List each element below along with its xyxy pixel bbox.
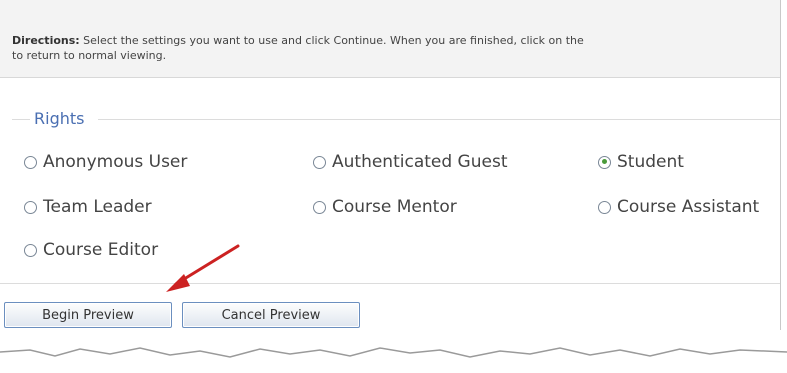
directions-box: Directions: Select the settings you want…	[0, 0, 780, 78]
radio-button-selected-icon[interactable]	[598, 155, 611, 169]
directions-text-line2: to return to normal viewing.	[12, 49, 167, 62]
radio-button-icon[interactable]	[24, 155, 37, 169]
radio-course-mentor[interactable]: Course Mentor	[313, 197, 457, 217]
radio-button-icon[interactable]	[313, 155, 326, 169]
radio-label: Course Mentor	[332, 197, 457, 217]
radio-team-leader[interactable]: Team Leader	[24, 197, 152, 217]
begin-preview-button[interactable]: Begin Preview	[4, 302, 172, 328]
radio-course-assistant[interactable]: Course Assistant	[598, 197, 759, 217]
radio-course-editor[interactable]: Course Editor	[24, 240, 158, 260]
radio-label: Course Assistant	[617, 197, 760, 217]
radio-button-icon[interactable]	[24, 200, 37, 214]
directions-text: Select the settings you want to use and …	[79, 34, 584, 47]
radio-authenticated-guest[interactable]: Authenticated Guest	[313, 152, 507, 172]
radio-label: Student	[617, 152, 684, 172]
fieldset-border-bottom	[0, 283, 780, 284]
torn-edge-decoration	[0, 330, 787, 358]
directions-label: Directions:	[12, 34, 80, 47]
red-arrow-icon	[166, 244, 240, 292]
radio-label: Course Editor	[43, 240, 159, 260]
fieldset-border-left	[12, 119, 30, 120]
radio-button-icon[interactable]	[24, 243, 37, 257]
cancel-preview-button[interactable]: Cancel Preview	[182, 302, 360, 328]
radio-anonymous-user[interactable]: Anonymous User	[24, 152, 187, 172]
rights-legend: Rights	[34, 109, 85, 128]
radio-student[interactable]: Student	[598, 152, 684, 172]
radio-label: Authenticated Guest	[332, 152, 508, 172]
radio-button-icon[interactable]	[598, 200, 611, 214]
radio-label: Anonymous User	[43, 152, 188, 172]
radio-label: Team Leader	[43, 197, 152, 217]
preview-settings-panel: Directions: Select the settings you want…	[0, 0, 781, 352]
fieldset-border-right	[98, 119, 780, 120]
radio-button-icon[interactable]	[313, 200, 326, 214]
